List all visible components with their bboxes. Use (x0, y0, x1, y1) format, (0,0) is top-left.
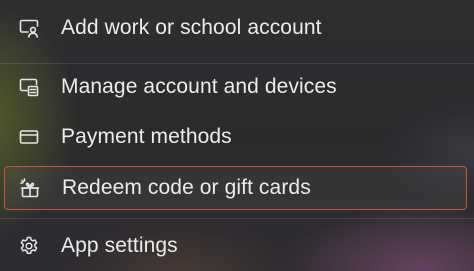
app-settings-item[interactable]: App settings (4, 224, 467, 268)
payment-methods-item[interactable]: Payment methods (4, 115, 467, 159)
account-menu: Add work or school account Manage accoun… (0, 0, 474, 271)
menu-divider (0, 218, 474, 219)
menu-divider (0, 63, 474, 64)
payment-methods-label: Payment methods (61, 125, 232, 148)
add-work-school-account-item[interactable]: Add work or school account (4, 6, 467, 50)
gift-icon (19, 177, 41, 199)
app-settings-label: App settings (61, 234, 178, 257)
redeem-code-gift-cards-item[interactable]: Redeem code or gift cards (4, 166, 467, 210)
payment-card-icon (18, 126, 40, 148)
manage-account-devices-label: Manage account and devices (61, 75, 337, 98)
gear-icon (18, 235, 40, 257)
add-account-icon (18, 17, 40, 39)
manage-account-devices-item[interactable]: Manage account and devices (4, 65, 467, 109)
redeem-code-gift-cards-label: Redeem code or gift cards (62, 176, 311, 199)
add-work-school-account-label: Add work or school account (61, 16, 322, 39)
devices-icon (18, 76, 40, 98)
